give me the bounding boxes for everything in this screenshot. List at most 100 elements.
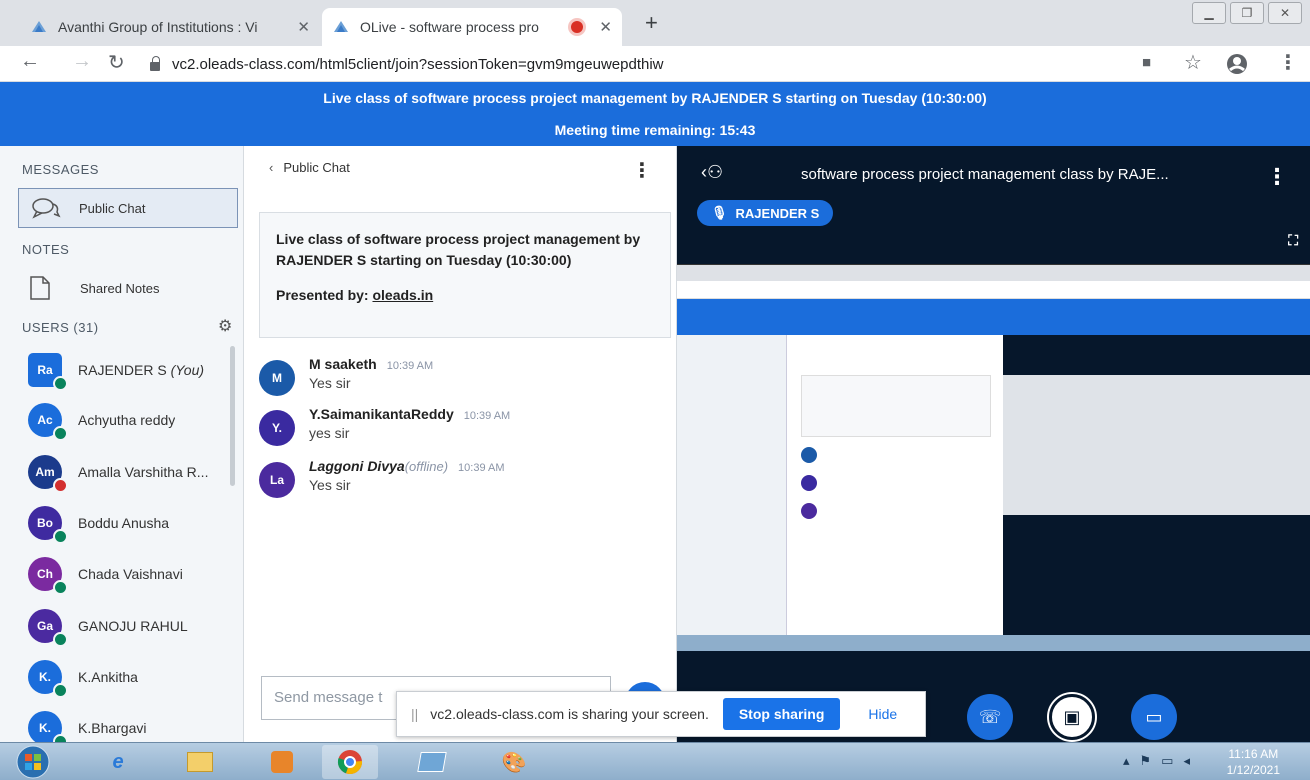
audio-button[interactable]: ☏ — [967, 694, 1013, 740]
clock-time: 11:16 AM — [1228, 747, 1279, 761]
user-name: GANOJU RAHUL — [78, 618, 188, 634]
fullscreen-icon[interactable]: ⛶ — [1288, 232, 1298, 249]
user-item[interactable]: K. K.Bhargavi — [28, 708, 238, 742]
avatar — [801, 447, 817, 463]
mirror-user-list — [677, 335, 787, 635]
minimize-icon[interactable]: ▁ — [1192, 2, 1226, 24]
shared-notes-label: Shared Notes — [80, 280, 160, 296]
camera-icon[interactable]: ■ — [1142, 54, 1151, 71]
window-close-icon[interactable]: ✕ — [1268, 2, 1302, 24]
mic-icon — [53, 683, 68, 698]
public-chat-item[interactable]: Public Chat — [18, 188, 238, 228]
hide-button[interactable]: Hide — [868, 706, 897, 722]
chat-title: Public Chat — [283, 160, 350, 175]
olive-favicon-icon — [32, 21, 46, 32]
user-item[interactable]: Ra RAJENDER S (You) — [28, 350, 238, 391]
windows-taskbar: e 🎨 ▴⚑▭◂ 11:16 AM 1/12/2021 — [0, 742, 1310, 780]
avatar: K. — [28, 660, 68, 698]
tab-olive[interactable]: OLive - software process pro ✕ — [322, 8, 622, 46]
file-explorer-icon[interactable] — [172, 745, 228, 779]
screen-share-icon[interactable]: ▭ — [1131, 694, 1177, 740]
message-time: 10:39 AM — [463, 410, 511, 422]
message-author: M saaketh — [309, 356, 377, 372]
shared-notes-item[interactable]: Shared Notes — [28, 274, 160, 302]
gear-icon[interactable]: ⚙ — [218, 316, 232, 336]
url-text: vc2.oleads-class.com/html5client/join?se… — [172, 55, 664, 73]
video-off-icon[interactable]: ▣ — [1049, 694, 1095, 740]
chat-back-button[interactable]: ‹ Public Chat — [269, 160, 350, 175]
taskbar-clock[interactable]: 11:16 AM 1/12/2021 — [1227, 746, 1280, 778]
user-item[interactable]: K. K.Ankitha — [28, 657, 238, 698]
new-tab-button[interactable]: + — [645, 10, 658, 36]
message-time: 10:39 AM — [386, 360, 434, 372]
user-item[interactable]: Bo Boddu Anusha — [28, 503, 238, 544]
message-author: Y.SaimanikantaReddy — [309, 406, 454, 422]
mic-icon — [53, 734, 68, 742]
reload-icon[interactable]: ↻ — [108, 50, 125, 75]
mirror-presentation — [1003, 335, 1310, 635]
avatar: Ch — [28, 557, 68, 595]
notes-app-icon[interactable] — [404, 745, 460, 779]
browser-menu-icon[interactable]: ⋮ — [1278, 50, 1298, 75]
windows-logo-icon — [16, 745, 50, 779]
chevron-left-icon: ‹ — [269, 160, 274, 175]
chrome-icon[interactable] — [322, 745, 378, 779]
close-icon[interactable]: ✕ — [599, 18, 612, 36]
stop-sharing-button[interactable]: Stop sharing — [722, 698, 841, 730]
user-item[interactable]: Am Amalla Varshitha R... — [28, 452, 238, 493]
user-item[interactable]: Ch Chada Vaishnavi — [28, 554, 238, 595]
system-tray-icons[interactable]: ▴⚑▭◂ — [1123, 753, 1200, 769]
tab-avanthi[interactable]: Avanthi Group of Institutions : Vi ✕ — [20, 8, 320, 46]
welcome-text: Live class of software process project m… — [276, 231, 641, 268]
paint-icon[interactable]: 🎨 — [486, 745, 542, 779]
profile-icon[interactable] — [1226, 53, 1248, 75]
presentation-options-icon[interactable]: ⋮ — [1266, 164, 1288, 190]
star-icon[interactable]: ☆ — [1184, 50, 1202, 75]
offline-status: (offline) — [404, 459, 449, 474]
screen-sharing-notice: || vc2.oleads-class.com is sharing your … — [396, 691, 926, 737]
presented-by: Presented by: oleads.in — [276, 287, 434, 303]
user-name: Chada Vaishnavi — [78, 566, 183, 582]
mic-icon — [53, 580, 68, 595]
microphone-icon: 🎙 — [711, 205, 728, 220]
presenter-link[interactable]: oleads.in — [372, 287, 433, 303]
close-icon[interactable]: ✕ — [297, 18, 310, 36]
avatar: Ac — [28, 403, 68, 441]
notes-icon — [30, 276, 50, 300]
public-chat-label: Public Chat — [79, 200, 146, 216]
start-button[interactable] — [8, 745, 58, 779]
chat-options-icon[interactable]: ⋮ — [632, 158, 652, 183]
avatar: Y. — [259, 410, 295, 446]
user-item[interactable]: Ac Achyutha reddy — [28, 400, 238, 441]
user-list-scrollbar[interactable] — [230, 346, 235, 486]
speaker-badge: 🎙 RAJENDER S — [697, 200, 834, 226]
back-arrow-icon[interactable]: ← — [20, 50, 40, 73]
user-item[interactable]: Ga GANOJU RAHUL — [28, 606, 238, 647]
forward-arrow-icon[interactable]: → — [72, 50, 92, 73]
window-controls: ▁ ❐ ✕ — [1188, 2, 1302, 24]
olive-favicon-icon — [334, 21, 348, 32]
drag-handle-icon[interactable]: || — [411, 706, 418, 722]
avatar — [801, 503, 817, 519]
user-icon[interactable]: ‹⚇ — [701, 162, 723, 183]
message-text: yes sir — [309, 425, 350, 441]
message-time: 10:39 AM — [458, 462, 505, 474]
tab-title: OLive - software process pro — [360, 19, 539, 35]
internet-explorer-icon[interactable]: e — [90, 745, 146, 779]
user-name: Boddu Anusha — [78, 515, 170, 531]
avatar: K. — [28, 711, 68, 742]
messages-heading: MESSAGES — [22, 162, 99, 177]
media-player-icon[interactable] — [254, 745, 310, 779]
mic-icon — [53, 426, 68, 441]
banner-title: Live class of software process project m… — [323, 90, 987, 106]
meeting-time-remaining: Meeting time remaining: 15:43 — [554, 122, 756, 138]
chat-message: Y. Y.SaimanikantaReddy 10:39 AM yes sir — [259, 406, 510, 446]
maximize-icon[interactable]: ❐ — [1230, 2, 1264, 24]
mirror-chat — [787, 335, 1003, 635]
notes-heading: NOTES — [22, 242, 70, 257]
avatar — [801, 475, 817, 491]
message-text: Yes sir — [309, 477, 351, 493]
url-field[interactable]: vc2.oleads-class.com/html5client/join?se… — [150, 51, 1150, 77]
presentation-title: software process project management clas… — [801, 166, 1169, 183]
presentation-area: ‹⚇ software process project management c… — [677, 146, 1310, 742]
